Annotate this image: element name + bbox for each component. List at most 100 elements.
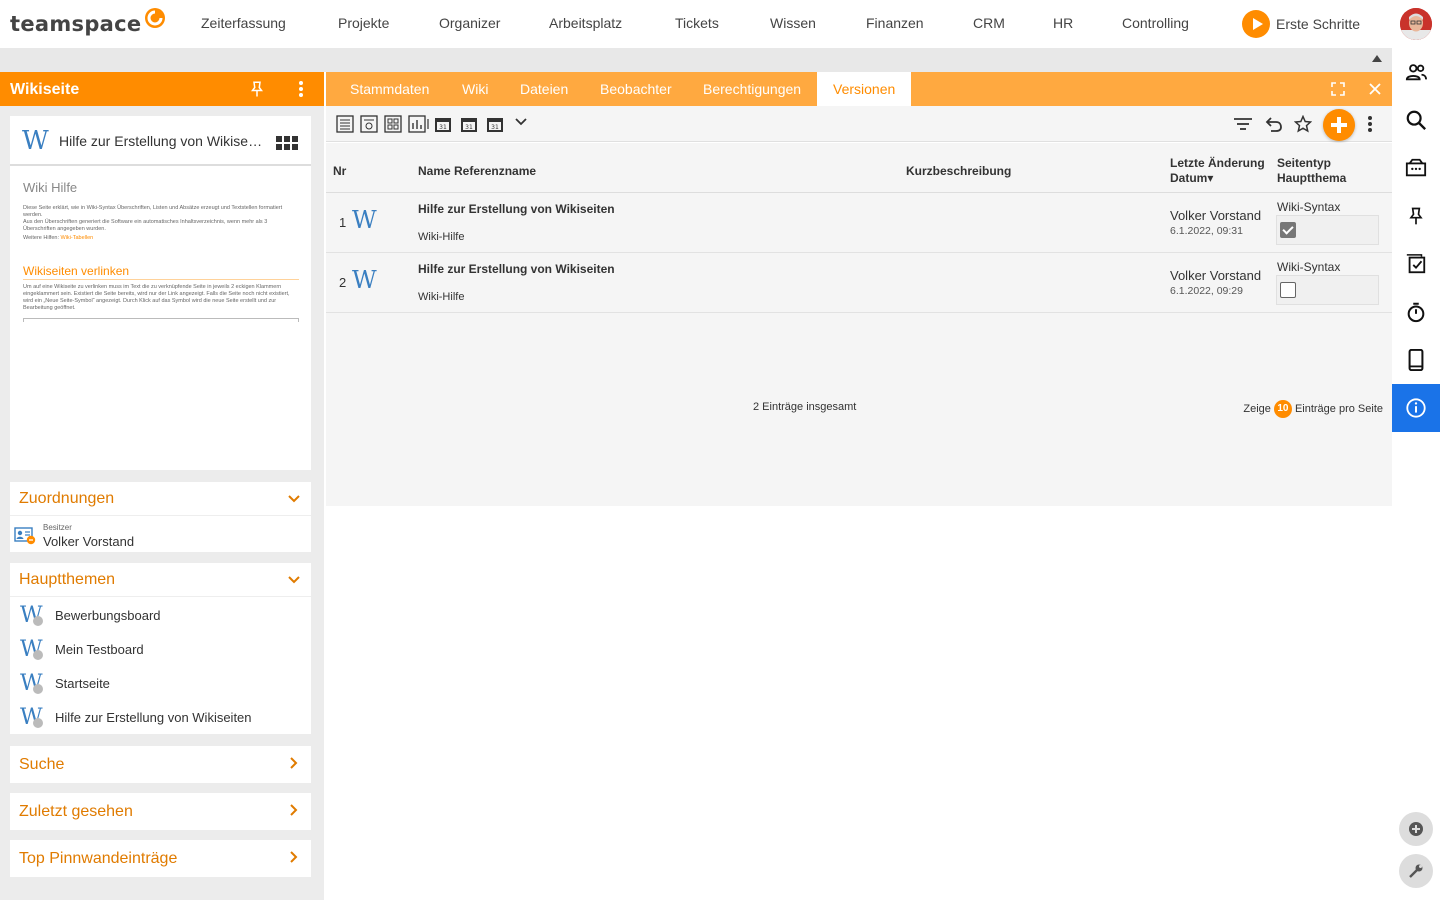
- column-header-hauptthema[interactable]: Hauptthema: [1277, 171, 1346, 185]
- column-header-kurzbeschreibung[interactable]: Kurzbeschreibung: [906, 164, 1011, 178]
- table-row[interactable]: 1 W Hilfe zur Erstellung von Wikiseiten …: [326, 193, 1392, 253]
- suche-header[interactable]: Suche: [10, 746, 311, 783]
- nav-crm[interactable]: CRM: [973, 15, 1005, 31]
- tasks-button[interactable]: [1392, 240, 1440, 288]
- chart-view-icon[interactable]: [408, 115, 430, 133]
- chevron-right-icon: [290, 804, 298, 816]
- search-button[interactable]: [1392, 96, 1440, 144]
- row-reference-name: Wiki-Hilfe: [418, 231, 465, 243]
- table-row[interactable]: 2 W Hilfe zur Erstellung von Wikiseiten …: [326, 253, 1392, 313]
- hauptthema-cell: [1276, 215, 1379, 245]
- zuletzt-gesehen-header[interactable]: Zuletzt gesehen: [10, 793, 311, 830]
- doc-more-link[interactable]: Wiki-Tabellen: [61, 235, 94, 241]
- collapse-up-icon[interactable]: [1372, 55, 1382, 62]
- fullscreen-icon[interactable]: [1331, 82, 1345, 96]
- show-label: Zeige: [1243, 403, 1271, 415]
- hauptthema-label: Startseite: [55, 676, 110, 691]
- calendar-week-icon[interactable]: 31: [460, 115, 478, 133]
- teamspace-logo[interactable]: teamspace: [10, 8, 167, 40]
- hauptthema-checkbox[interactable]: [1280, 282, 1296, 298]
- column-header-nr[interactable]: Nr: [333, 164, 346, 178]
- tab-beobachter[interactable]: Beobachter: [600, 81, 672, 97]
- row-changed-date: 6.1.2022, 09:29: [1170, 285, 1243, 297]
- left-panel-title: Wikiseite: [10, 81, 80, 98]
- nav-finanzen[interactable]: Finanzen: [866, 15, 924, 31]
- hauptthema-item[interactable]: W Hilfe zur Erstellung von Wikiseiten: [10, 700, 311, 734]
- owner-row[interactable]: Besitzer Volker Vorstand: [10, 518, 311, 552]
- column-header-datum-sort[interactable]: Datum▾: [1170, 171, 1213, 185]
- left-panel-header: Wikiseite: [0, 72, 324, 106]
- undo-icon[interactable]: [1265, 115, 1283, 133]
- row-name[interactable]: Hilfe zur Erstellung von Wikiseiten: [418, 262, 615, 276]
- detail-view-icon[interactable]: [360, 115, 378, 133]
- row-number: 2: [339, 275, 347, 290]
- nav-tickets[interactable]: Tickets: [675, 15, 719, 31]
- add-button[interactable]: [1323, 109, 1355, 141]
- pin-button[interactable]: [1392, 192, 1440, 240]
- row-name[interactable]: Hilfe zur Erstellung von Wikiseiten: [418, 202, 615, 216]
- wiki-preview-title: Hilfe zur Erstellung von Wikiseiten: [59, 133, 264, 149]
- timer-button[interactable]: [1392, 288, 1440, 336]
- wiki-icon: W: [22, 126, 49, 156]
- hauptthemen-header[interactable]: Hauptthemen: [10, 563, 311, 597]
- tab-berechtigungen[interactable]: Berechtigungen: [703, 81, 801, 97]
- list-view-icon[interactable]: [336, 115, 354, 133]
- erste-schritte-button[interactable]: Erste Schritte: [1242, 10, 1360, 38]
- nav-controlling[interactable]: Controlling: [1122, 15, 1189, 31]
- star-icon[interactable]: [1294, 115, 1312, 133]
- tab-versionen[interactable]: Versionen: [817, 72, 912, 106]
- hauptthemen-section: Hauptthemen W Bewerbungsboard W Mein Tes…: [10, 563, 311, 734]
- settings-button[interactable]: [1399, 854, 1433, 888]
- doc-paragraph: Diese Seite erklärt, wie in Wiki-Syntax …: [23, 205, 283, 218]
- column-header-seitentyp[interactable]: Seitentyp: [1277, 156, 1331, 170]
- add-widget-button[interactable]: [1399, 812, 1433, 846]
- column-header-letzte-aenderung[interactable]: Letzte Änderung: [1170, 156, 1265, 170]
- mobile-button[interactable]: [1392, 336, 1440, 384]
- hauptthema-item[interactable]: W Mein Testboard: [10, 632, 311, 666]
- hauptthema-checkbox[interactable]: [1280, 222, 1296, 238]
- logo-text: teamspace: [10, 12, 142, 36]
- grid-view-icon[interactable]: [276, 136, 298, 150]
- people-icon: [1405, 64, 1427, 81]
- chevron-down-icon[interactable]: [514, 115, 528, 129]
- nav-wissen[interactable]: Wissen: [770, 15, 816, 31]
- per-page-label: Einträge pro Seite: [1294, 403, 1383, 415]
- calendar-day-icon[interactable]: 31: [434, 115, 452, 133]
- tab-stammdaten[interactable]: Stammdaten: [350, 81, 429, 97]
- zuordnungen-header[interactable]: Zuordnungen: [10, 482, 311, 516]
- pin-icon[interactable]: [248, 80, 266, 98]
- hauptthema-item[interactable]: W Bewerbungsboard: [10, 598, 311, 632]
- wiki-preview-document[interactable]: Wiki Hilfe Diese Seite erklärt, wie in W…: [23, 180, 299, 322]
- wiki-icon: W: [352, 206, 377, 234]
- doc-paragraph: Um auf eine Wikiseite zu verlinken muss …: [23, 284, 290, 311]
- collapse-strip: [0, 48, 1392, 72]
- nav-projekte[interactable]: Projekte: [338, 15, 389, 31]
- hauptthema-item[interactable]: W Startseite: [10, 666, 311, 700]
- nav-hr[interactable]: HR: [1053, 15, 1073, 31]
- hauptthemen-title: Hauptthemen: [19, 571, 116, 588]
- more-vertical-icon[interactable]: [296, 80, 306, 98]
- close-icon[interactable]: [1368, 82, 1382, 96]
- filter-icon[interactable]: [1233, 115, 1253, 133]
- wiki-page-icon: W: [20, 705, 43, 730]
- top-pinnwand-section: Top Pinnwandeinträge: [10, 840, 311, 877]
- nav-zeiterfassung[interactable]: Zeiterfassung: [201, 15, 286, 31]
- tab-dateien[interactable]: Dateien: [520, 81, 568, 97]
- per-page-selector[interactable]: 10: [1273, 400, 1292, 418]
- inbox-button[interactable]: [1392, 144, 1440, 192]
- inbox-icon: [1405, 158, 1427, 177]
- contacts-button[interactable]: [1392, 48, 1440, 96]
- user-avatar[interactable]: [1400, 8, 1432, 40]
- pin-icon: [1409, 207, 1423, 225]
- calendar-month-icon[interactable]: 31: [486, 115, 504, 133]
- erste-schritte-label: Erste Schritte: [1276, 16, 1361, 32]
- top-pinnwand-header[interactable]: Top Pinnwandeinträge: [10, 840, 311, 877]
- column-header-name[interactable]: Name Referenzname: [418, 164, 536, 178]
- more-vertical-icon[interactable]: [1367, 115, 1373, 133]
- info-button[interactable]: [1392, 384, 1440, 432]
- tab-wiki[interactable]: Wiki: [462, 81, 488, 97]
- chevron-right-icon: [290, 757, 298, 769]
- tile-view-icon[interactable]: [384, 115, 402, 133]
- nav-arbeitsplatz[interactable]: Arbeitsplatz: [549, 15, 622, 31]
- nav-organizer[interactable]: Organizer: [439, 15, 500, 31]
